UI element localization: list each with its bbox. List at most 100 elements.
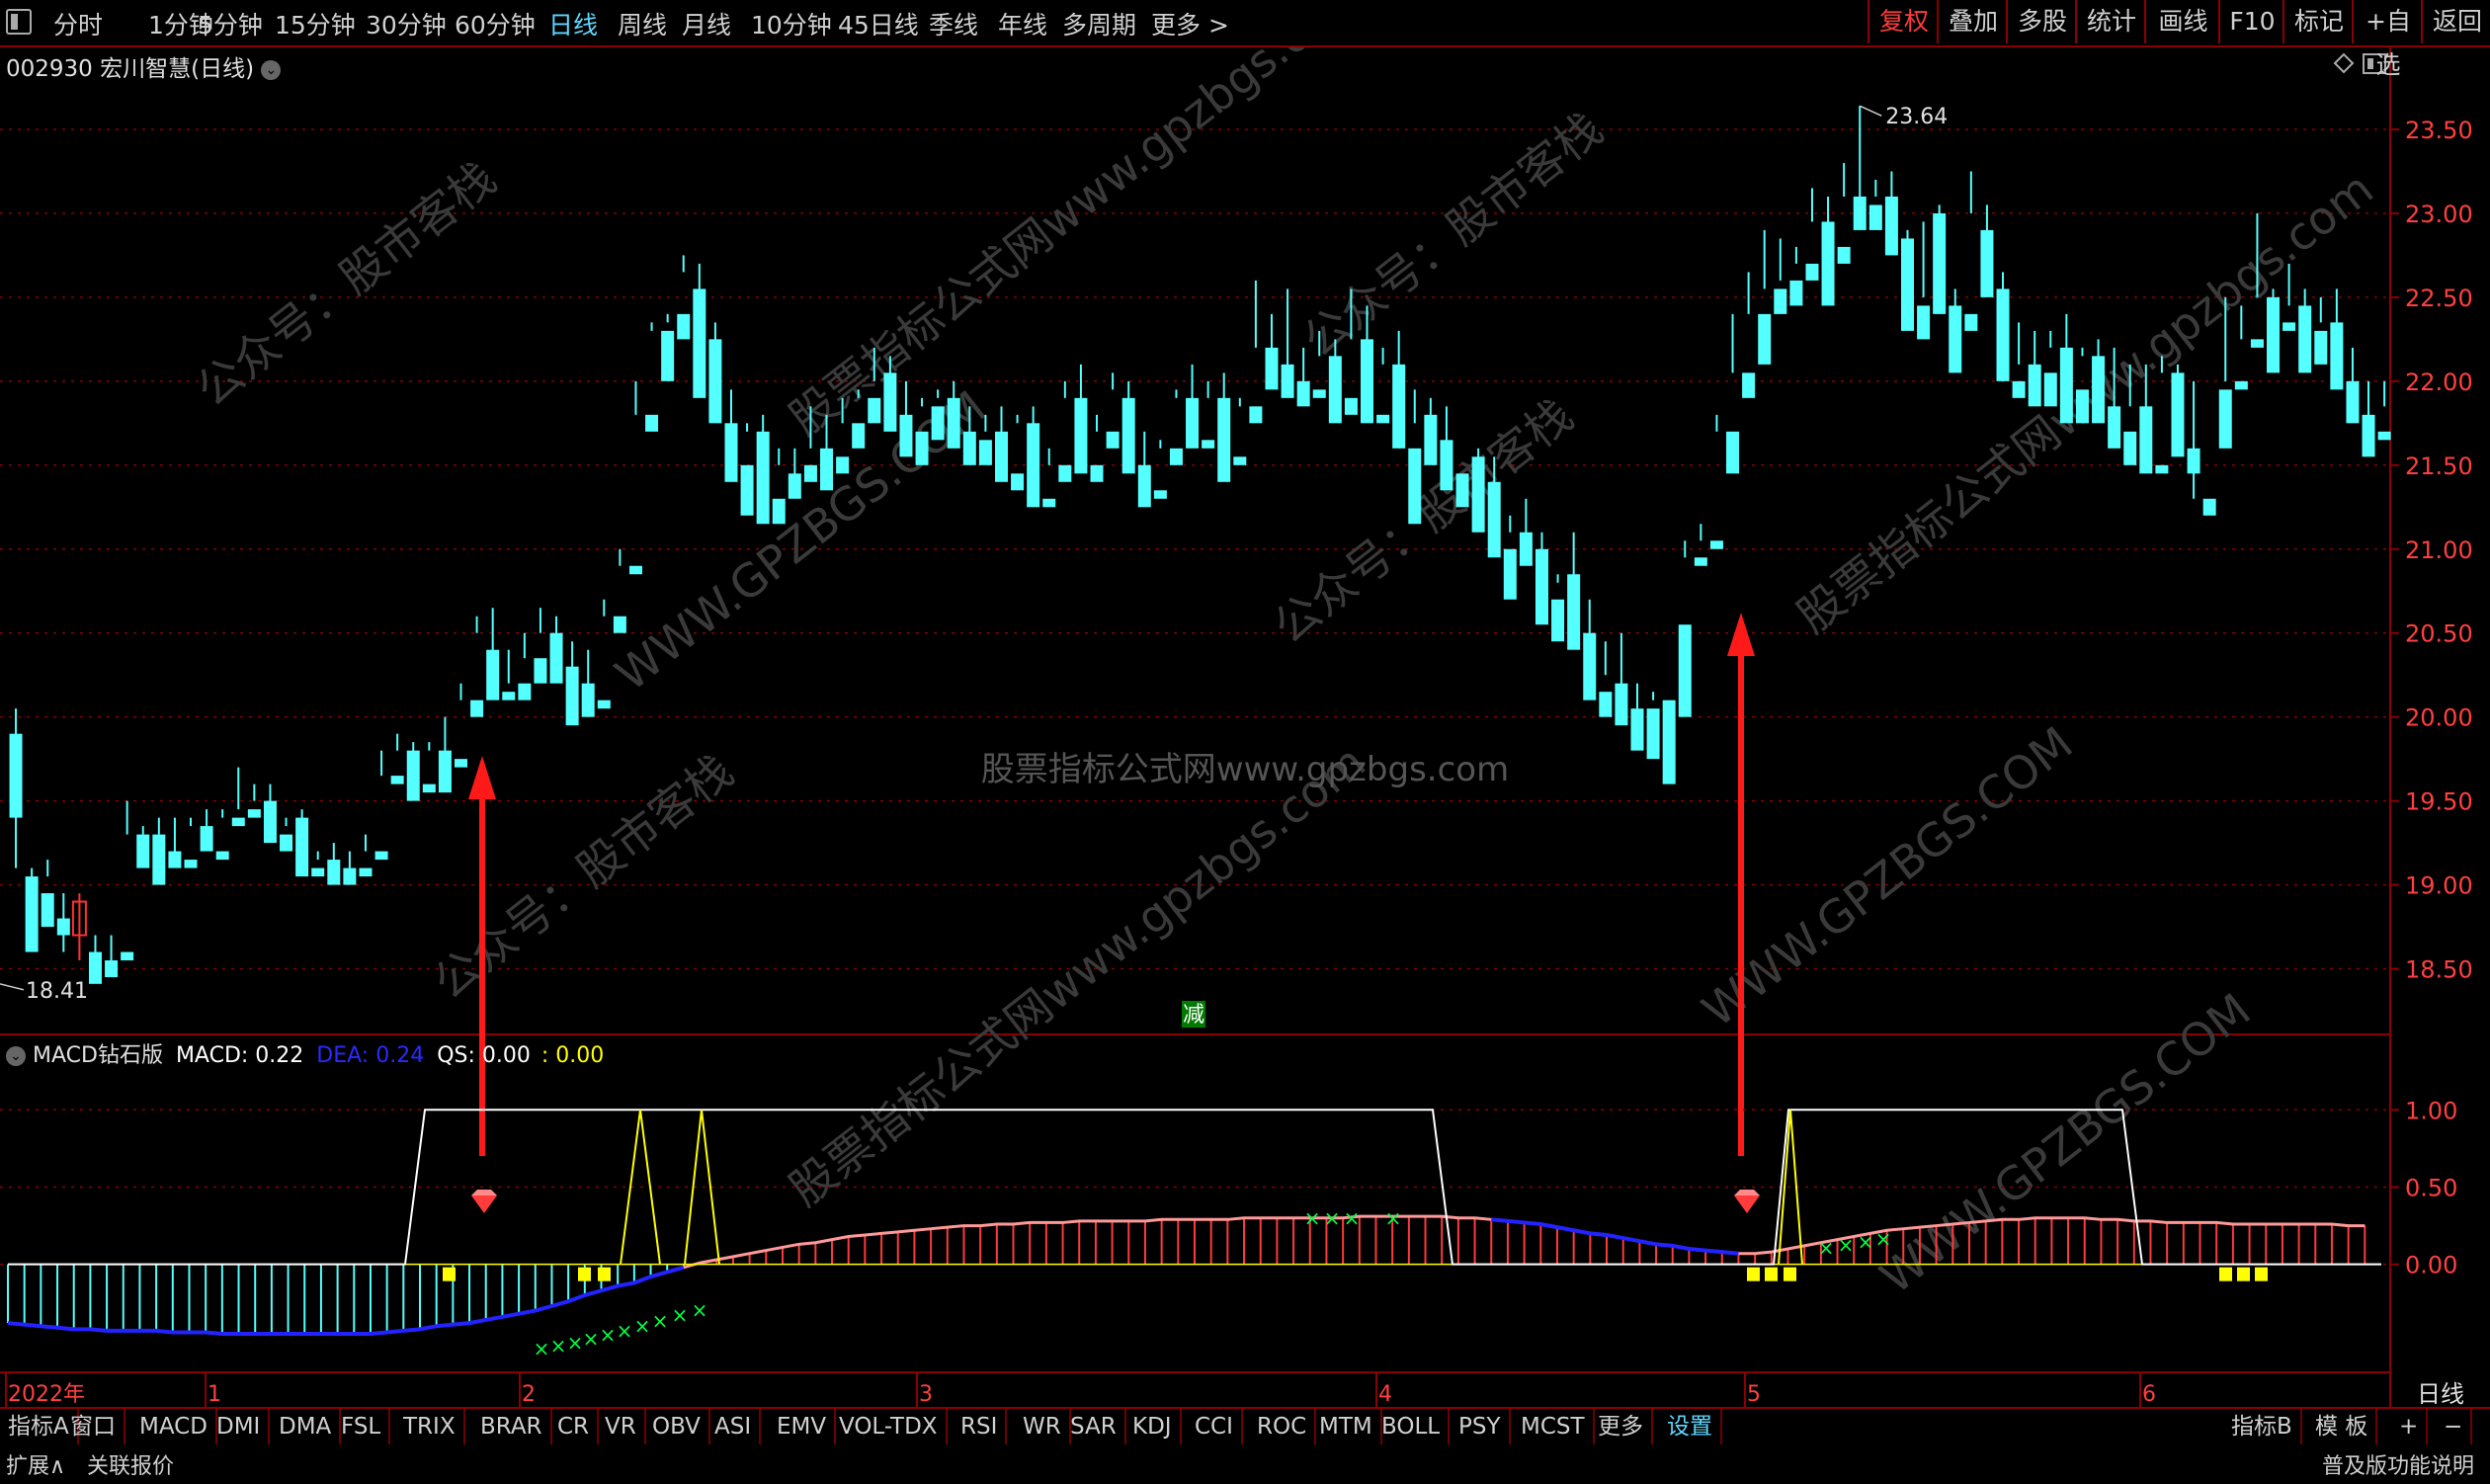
candle-body-down xyxy=(549,632,563,684)
indicator-tab[interactable]: TRIX xyxy=(395,1409,465,1444)
green-cross-marker: × xyxy=(634,1314,651,1338)
chevron-down-icon[interactable]: ⌄ xyxy=(261,59,282,80)
indicator-tab[interactable]: DMA xyxy=(271,1409,342,1444)
period-tab[interactable]: 月线 xyxy=(682,6,731,41)
indicator-tab[interactable]: CCI xyxy=(1187,1409,1243,1444)
indicator-tab[interactable]: KDJ xyxy=(1124,1409,1182,1444)
indicator-tab[interactable]: RSI xyxy=(953,1409,1008,1444)
diamond-icon-top xyxy=(1734,1190,1760,1195)
candle-body-down xyxy=(947,397,960,449)
signal-arrow-head xyxy=(468,756,496,799)
x-axis-label: 3 xyxy=(919,1382,933,1407)
indicator-tab[interactable]: MCST xyxy=(1513,1409,1595,1444)
period-tab[interactable]: 日线 xyxy=(548,6,598,41)
max-pointer xyxy=(1859,105,1882,117)
indicator-tab[interactable]: CR xyxy=(549,1409,600,1444)
toolbar-button[interactable]: 复权 xyxy=(1868,0,1939,43)
period-tab[interactable]: 分时 xyxy=(53,6,103,41)
indicator-tab[interactable]: MACD xyxy=(131,1409,217,1444)
candle-body-down xyxy=(1440,440,1453,491)
period-tab[interactable]: 15分钟 xyxy=(275,6,356,41)
indicator-tab[interactable]: FSL xyxy=(333,1409,391,1444)
candle-body-down xyxy=(1392,364,1406,449)
candle-body-down xyxy=(1519,532,1533,566)
candle-body-down xyxy=(1662,700,1676,784)
indicator-tab[interactable]: BOLL xyxy=(1373,1409,1451,1444)
period-tab[interactable]: 30分钟 xyxy=(366,6,447,41)
candle-body-down xyxy=(1900,238,1914,331)
candle-body-down xyxy=(931,406,945,441)
indicator-tab[interactable]: VOL-TDX xyxy=(831,1409,948,1444)
period-tab[interactable]: 多周期 xyxy=(1062,6,1136,41)
candle-body-down xyxy=(1471,456,1485,533)
period-tab[interactable]: 年线 xyxy=(998,6,1047,41)
toolbar-button[interactable]: +自选 xyxy=(2352,0,2423,79)
candle-body-down xyxy=(1742,372,1756,398)
indicator-tab[interactable]: BRAR xyxy=(472,1409,552,1444)
toolbar-button[interactable]: 标记 xyxy=(2282,0,2354,43)
linked-quote-button[interactable]: 关联报价 xyxy=(87,1448,174,1480)
candle-body-down xyxy=(1551,599,1565,642)
candle-body-down xyxy=(1805,263,1819,281)
period-tab[interactable]: 周线 xyxy=(618,6,667,41)
indicator-tab[interactable]: MTM xyxy=(1311,1409,1382,1444)
candle-body-down xyxy=(852,423,866,449)
help-link[interactable]: 普及版功能说明 xyxy=(2322,1448,2474,1480)
period-tab[interactable]: 10分钟 xyxy=(751,6,832,41)
indicator-tab-right[interactable]: 指标B xyxy=(2223,1409,2302,1444)
indicator-tab[interactable]: OBV xyxy=(644,1409,710,1444)
candle-body-down xyxy=(1630,708,1644,751)
pane-divider xyxy=(0,1033,2389,1035)
indicator-tab[interactable]: 窗口 xyxy=(62,1409,125,1444)
indicator-tab[interactable]: SAR xyxy=(1062,1409,1126,1444)
green-cross-marker: × xyxy=(1324,1206,1341,1230)
toolbar-button[interactable]: 多股 xyxy=(2006,0,2077,43)
green-cross-marker: × xyxy=(1385,1206,1402,1230)
period-tab[interactable]: 更多 > xyxy=(1151,6,1229,41)
candle-body-down xyxy=(1868,205,1882,230)
toolbar-button[interactable]: F10 xyxy=(2218,0,2284,43)
indicator-tab-right[interactable]: 模 板 xyxy=(2307,1409,2378,1444)
candle-body-down xyxy=(295,817,309,877)
candle-body-down xyxy=(788,473,801,499)
toolbar-button[interactable]: 返回 xyxy=(2421,0,2490,43)
indicator-tab[interactable]: EMV xyxy=(769,1409,837,1444)
candle-body-down xyxy=(1281,364,1294,398)
window-toggle-icon[interactable] xyxy=(6,9,32,35)
kline-chart-canvas[interactable]: 23.5023.0022.5022.0021.5021.0020.5020.00… xyxy=(0,0,2490,1484)
indicator-tab[interactable]: VR xyxy=(597,1409,646,1444)
candle-body-down xyxy=(200,826,213,852)
period-tab[interactable]: 60分钟 xyxy=(455,6,536,41)
green-cross-marker: × xyxy=(550,1334,567,1358)
period-tab[interactable]: 5分钟 xyxy=(198,6,263,41)
indicator-tab[interactable]: 设置 xyxy=(1659,1409,1722,1444)
watermark-text: 公众号：股市客栈 xyxy=(187,151,506,417)
candle-body-down xyxy=(311,867,325,877)
chevron-down-icon[interactable]: ⌄ xyxy=(6,1046,26,1066)
indicator-tab[interactable]: PSY xyxy=(1451,1409,1511,1444)
indicator-tab-right[interactable]: − xyxy=(2436,1409,2473,1444)
yellow-marker xyxy=(1784,1267,1796,1281)
indicator-tab-right[interactable]: + xyxy=(2391,1409,2429,1444)
candle-body-down xyxy=(1249,406,1263,424)
period-tab[interactable]: 45日线 xyxy=(838,6,919,41)
candle-body-down xyxy=(2075,389,2089,424)
candle-body-down xyxy=(359,867,373,877)
toolbar-button[interactable]: 叠加 xyxy=(1937,0,2008,43)
indicator-tab[interactable]: 更多 xyxy=(1590,1409,1653,1444)
stock-title: 002930 宏川智慧(日线) ⌄ xyxy=(6,49,282,83)
candle-body-down xyxy=(1090,464,1104,482)
candle-body-down xyxy=(915,431,929,465)
candle-body-down xyxy=(1853,196,1867,230)
indicator-tab[interactable]: ROC xyxy=(1249,1409,1317,1444)
candle-body-down xyxy=(2123,431,2137,465)
toolbar-button[interactable]: 画线 xyxy=(2144,0,2220,43)
indicator-tab[interactable]: ASI xyxy=(706,1409,762,1444)
period-tab[interactable]: 季线 xyxy=(929,6,978,41)
indicator-tab[interactable]: DMI xyxy=(208,1409,271,1444)
candle-body-down xyxy=(1678,624,1692,717)
toolbar-button[interactable]: 统计 xyxy=(2075,0,2146,43)
expand-button[interactable]: 扩展∧ xyxy=(6,1448,65,1480)
candle-body-down xyxy=(1344,397,1358,415)
candle-body-down xyxy=(1058,464,1072,482)
